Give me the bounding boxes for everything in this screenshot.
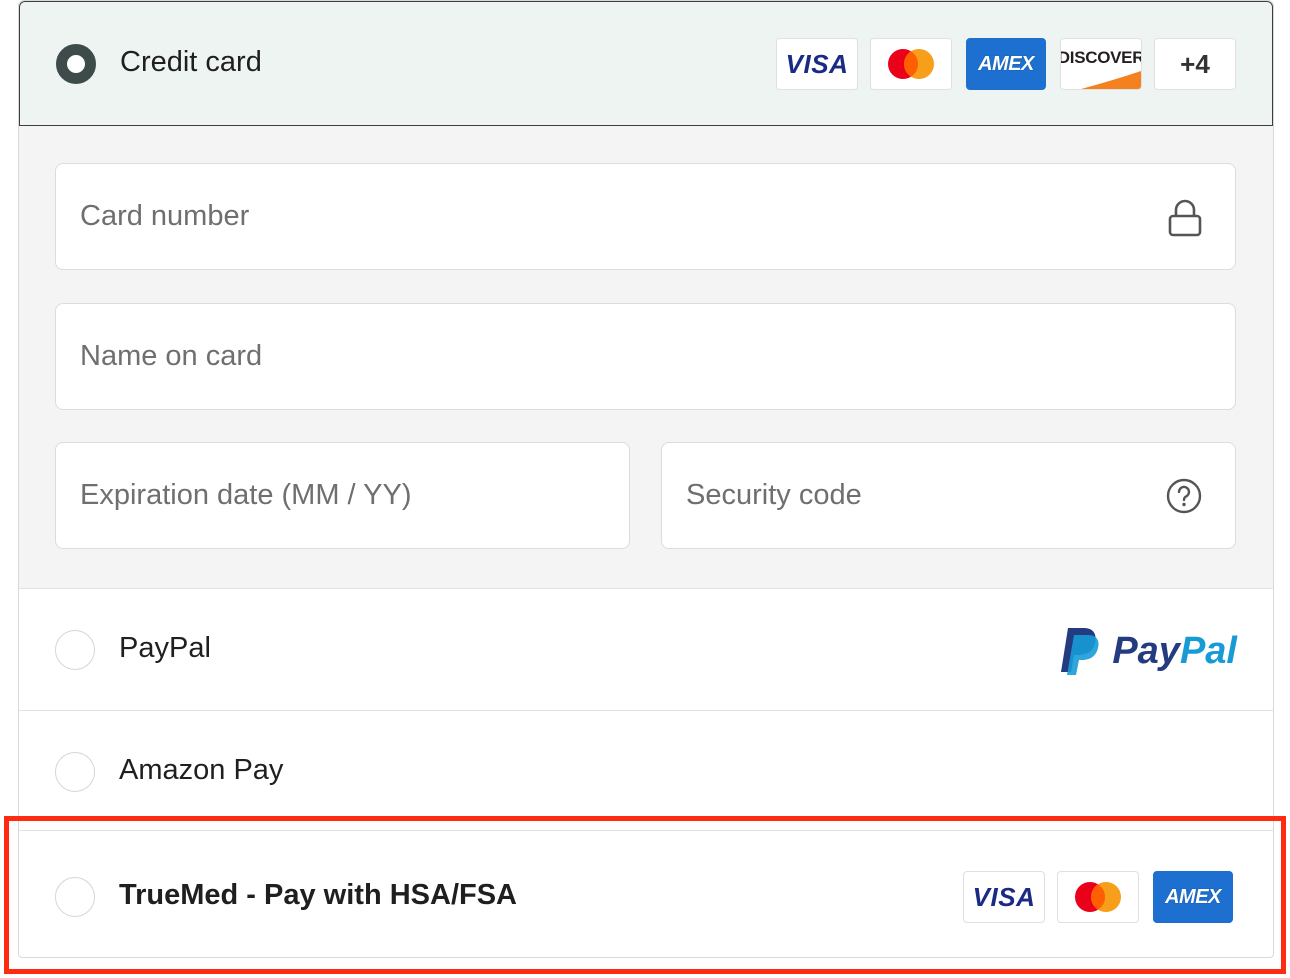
question-circle-icon[interactable] [1165,477,1203,515]
amazon-pay-label: Amazon Pay [119,754,284,786]
paypal-logo-icon: PayPal [1060,623,1237,679]
name-on-card-input[interactable] [56,304,1235,409]
truemed-amex-logo: AMEX [1153,871,1233,923]
more-cards-badge: +4 [1154,38,1236,90]
credit-card-form [19,126,1273,589]
expiration-date-field[interactable] [55,442,630,549]
payment-option-paypal[interactable]: PayPal PayPal [19,589,1273,711]
paypal-radio[interactable] [55,630,95,670]
truemed-radio[interactable] [55,877,95,917]
card-number-input[interactable] [56,164,1235,269]
visa-logo: VISA [776,38,858,90]
credit-card-label: Credit card [120,46,262,78]
payment-option-amazon-pay[interactable]: Amazon Pay [19,711,1273,831]
lock-icon [1168,199,1202,237]
truemed-mastercard-circles [1075,882,1121,912]
paypal-wordmark: PayPal [1112,629,1237,672]
security-code-field[interactable] [661,442,1236,549]
mastercard-logo-icon [870,38,952,90]
security-code-input[interactable] [662,443,1235,548]
amex-logo: AMEX [966,38,1046,90]
payment-methods-panel: Credit card VISA AMEX DISCOVER +4 Card n… [18,0,1274,958]
name-on-card-field[interactable] [55,303,1236,410]
mastercard-circles [888,49,934,79]
payment-option-truemed[interactable]: TrueMed - Pay with HSA/FSA VISA AMEX [19,833,1273,957]
paypal-label: PayPal [119,632,211,664]
card-number-field[interactable] [55,163,1236,270]
truemed-visa-logo: VISA [963,871,1045,923]
payment-option-credit-card[interactable]: Credit card VISA AMEX DISCOVER +4 [19,1,1273,126]
discover-swoosh [1081,71,1141,89]
expiration-date-input[interactable] [56,443,629,548]
amazon-pay-radio[interactable] [55,752,95,792]
truemed-label: TrueMed - Pay with HSA/FSA [119,879,517,911]
discover-logo: DISCOVER [1060,38,1142,90]
paypal-p-mark [1061,628,1099,675]
credit-card-radio[interactable] [56,44,96,84]
truemed-mastercard-logo-icon [1057,871,1139,923]
